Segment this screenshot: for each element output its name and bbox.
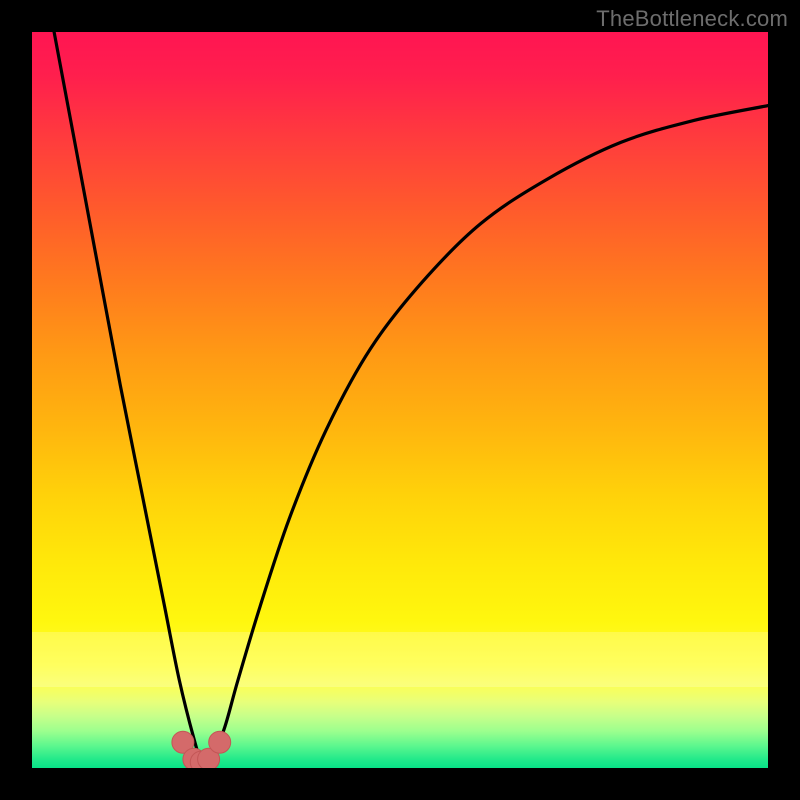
optimal-marker-group (172, 731, 231, 768)
bottleneck-curve (54, 32, 768, 764)
attribution-text: TheBottleneck.com (596, 6, 788, 32)
plot-area (32, 32, 768, 768)
curve-layer (32, 32, 768, 768)
optimal-marker (209, 731, 231, 753)
chart-frame: TheBottleneck.com (0, 0, 800, 800)
